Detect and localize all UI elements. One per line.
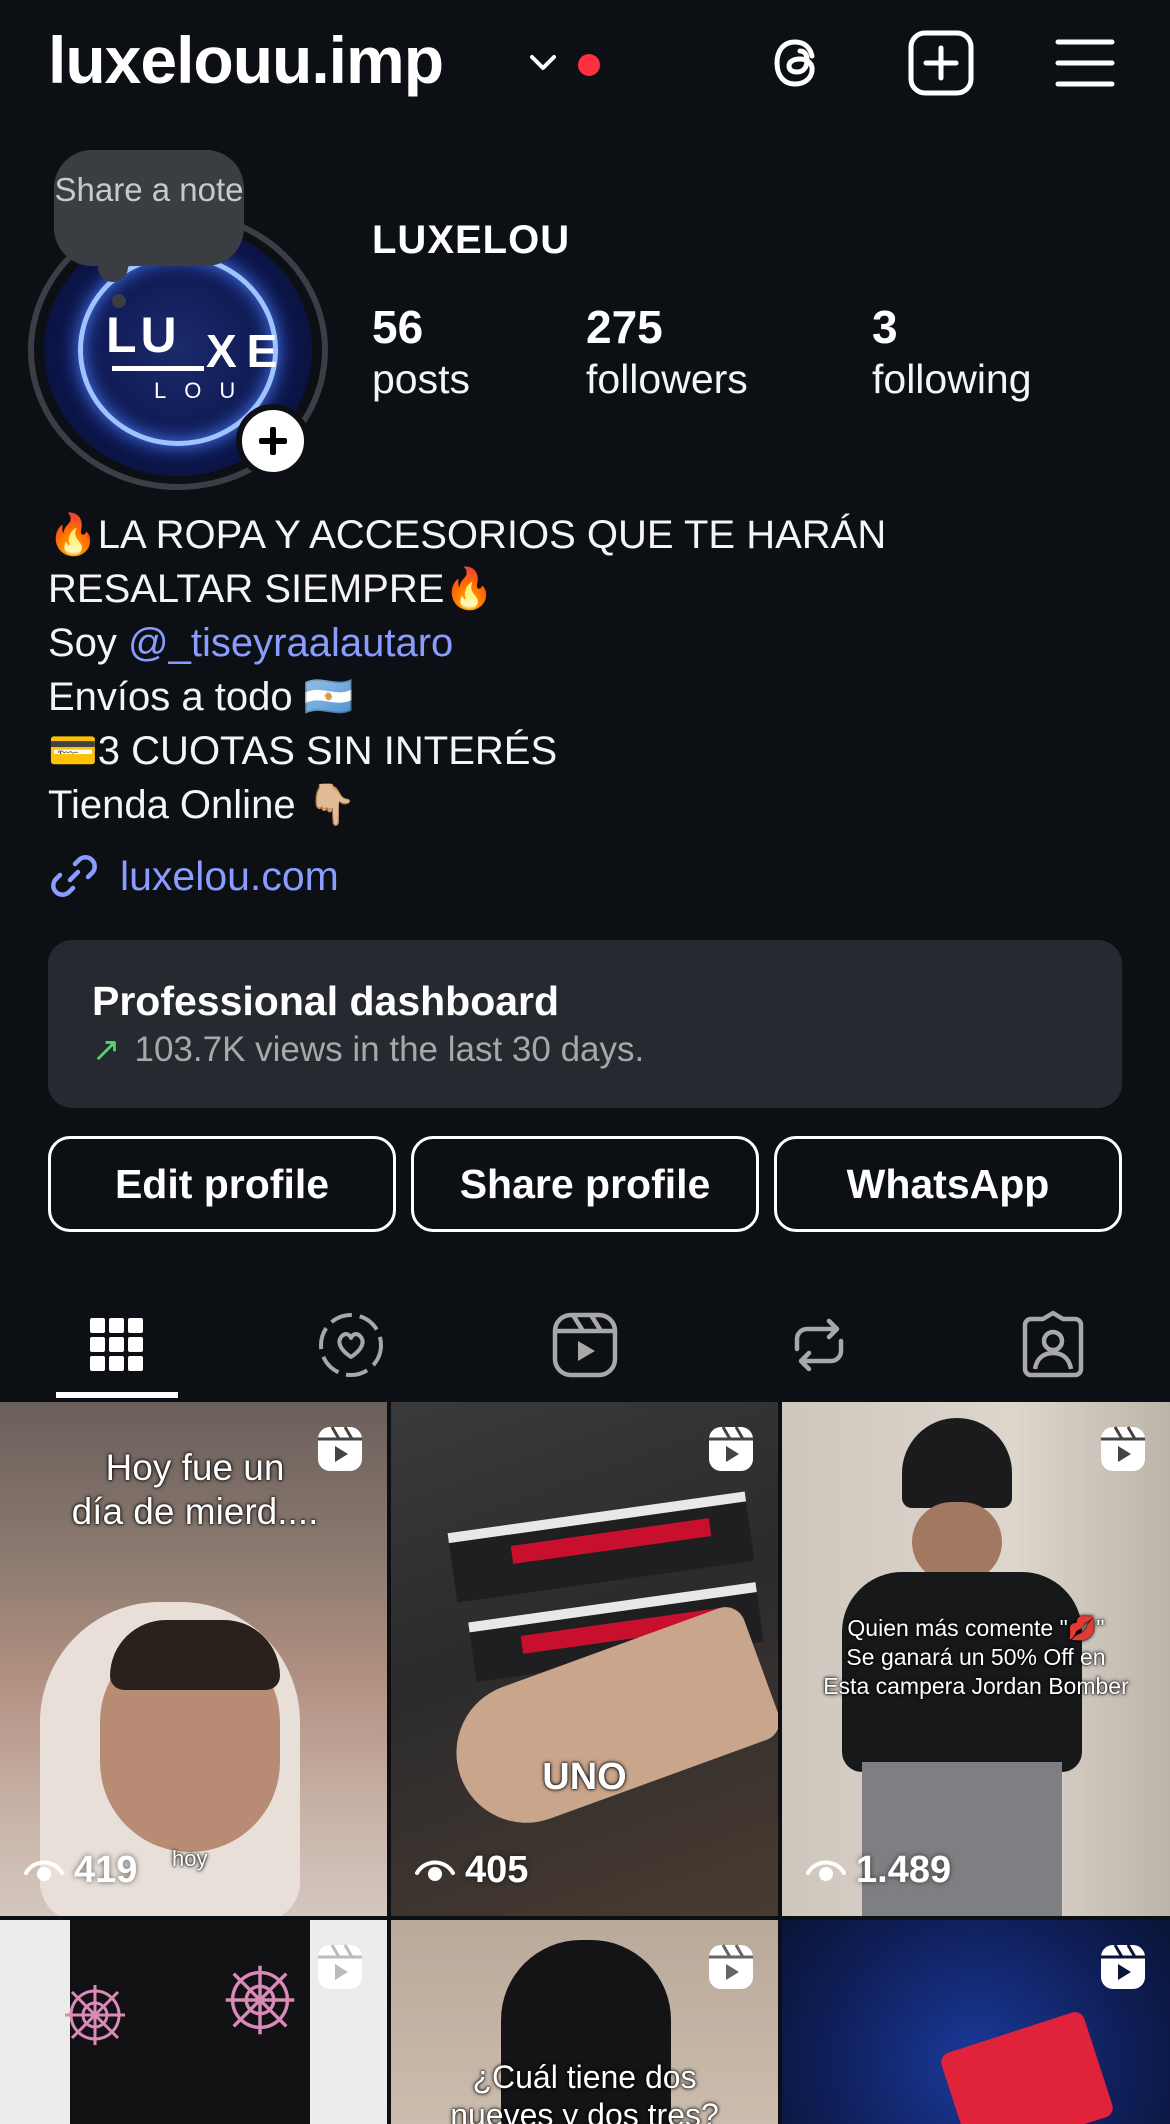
mention-link[interactable]: @_tiseyraalautaro [128, 621, 453, 665]
post-caption: Hoy fue un día de mierd.... [71, 1447, 319, 1532]
create-post-icon[interactable] [904, 26, 978, 100]
bio-line: 🔥LA ROPA Y ACCESORIOS QUE TE HARÁN [48, 513, 887, 557]
views-eye-icon [415, 1860, 455, 1881]
whatsapp-button[interactable]: WhatsApp [774, 1136, 1122, 1232]
reel-icon [709, 1426, 753, 1471]
grid-icon [90, 1318, 143, 1371]
grid-post-reel[interactable] [0, 1920, 387, 2124]
link-icon [51, 855, 97, 897]
bio-line: RESALTAR SIEMPRE🔥 [48, 567, 495, 611]
spiderweb-print [225, 1965, 295, 2035]
professional-dashboard-card[interactable]: Professional dashboard ↗ 103.7K views in… [48, 940, 1122, 1108]
bio-line: Envíos a todo 🇦🇷 [48, 675, 354, 719]
threads-icon[interactable] [760, 26, 834, 100]
website-link[interactable]: luxelou.com [48, 846, 339, 906]
tab-posts-grid[interactable] [32, 1290, 202, 1400]
trend-up-icon: ↗ [92, 1031, 121, 1069]
following-count[interactable]: 3 following [872, 300, 1032, 404]
chevron-down-icon[interactable] [526, 46, 560, 80]
reel-icon [318, 1426, 362, 1471]
posts-grid: Hoy fue un día de mierd.... hoy 419 UNO … [0, 1402, 1170, 2124]
profile-header: luxelouu.imp [0, 0, 1170, 130]
tab-reels[interactable] [500, 1290, 670, 1400]
grid-post-reel[interactable]: ¿Cuál tiene dos nueves y dos tres? [391, 1920, 778, 2124]
bio-line: Tienda Online 👇🏼 [48, 783, 357, 827]
tab-tagged[interactable] [968, 1290, 1138, 1400]
add-story-button[interactable] [236, 404, 310, 478]
share-profile-button[interactable]: Share profile [411, 1136, 759, 1232]
reposts-icon [794, 1318, 844, 1372]
avatar-logo-text: LU [106, 307, 181, 363]
post-tag: hoy [172, 1846, 208, 1871]
reel-icon [709, 1944, 753, 1989]
notification-dot [578, 54, 600, 76]
tagged-icon [1022, 1310, 1084, 1378]
share-note-bubble[interactable]: Share a note [54, 150, 244, 266]
tab-liked-reposts[interactable] [266, 1290, 436, 1400]
avatar-logo-text: LOU [154, 378, 254, 403]
reel-icon [1101, 1426, 1145, 1471]
avatar-logo-text: XE [206, 325, 288, 377]
grid-post-reel[interactable]: Quien más comente "💋" Se ganará un 50% O… [782, 1402, 1170, 1916]
reel-icon [1101, 1944, 1145, 1989]
display-name: LUXELOU [372, 218, 571, 262]
edit-profile-button[interactable]: Edit profile [48, 1136, 396, 1232]
views-eye-icon [806, 1860, 846, 1881]
reel-icon [318, 1944, 362, 1989]
post-caption: Quien más comente "💋" Se ganará un 50% O… [823, 1615, 1129, 1699]
grid-post-reel[interactable]: Hoy fue un día de mierd.... hoy 419 [0, 1402, 387, 1916]
menu-icon[interactable] [1048, 26, 1122, 100]
reposts-heart-icon [319, 1313, 383, 1377]
bio-line: 💳3 CUOTAS SIN INTERÉS [48, 729, 558, 773]
dashboard-subtitle: 103.7K views in the last 30 days. [134, 1030, 645, 1069]
view-count: 419 [24, 1849, 137, 1892]
posts-count[interactable]: 56 posts [372, 300, 470, 404]
grid-post-reel[interactable]: UNO 405 [391, 1402, 778, 1916]
profile-tabs [0, 1290, 1170, 1400]
view-count: 405 [415, 1849, 528, 1892]
spiderweb-print [65, 1985, 125, 2045]
tab-reposts[interactable] [734, 1290, 904, 1400]
profile-bio: 🔥LA ROPA Y ACCESORIOS QUE TE HARÁN RESAL… [48, 508, 1128, 832]
reels-icon [552, 1312, 618, 1378]
active-tab-indicator [56, 1392, 178, 1398]
username-switcher[interactable]: luxelouu.imp [48, 22, 444, 98]
post-caption: ¿Cuál tiene dos nueves y dos tres? [450, 2059, 719, 2124]
bio-line: Soy @_tiseyraalautaro [48, 621, 454, 665]
followers-count[interactable]: 275 followers [586, 300, 748, 404]
views-eye-icon [24, 1860, 64, 1881]
view-count: 1.489 [806, 1849, 951, 1892]
post-caption: UNO [542, 1756, 627, 1798]
grid-post-reel[interactable] [782, 1920, 1170, 2124]
dashboard-title: Professional dashboard [92, 978, 560, 1024]
